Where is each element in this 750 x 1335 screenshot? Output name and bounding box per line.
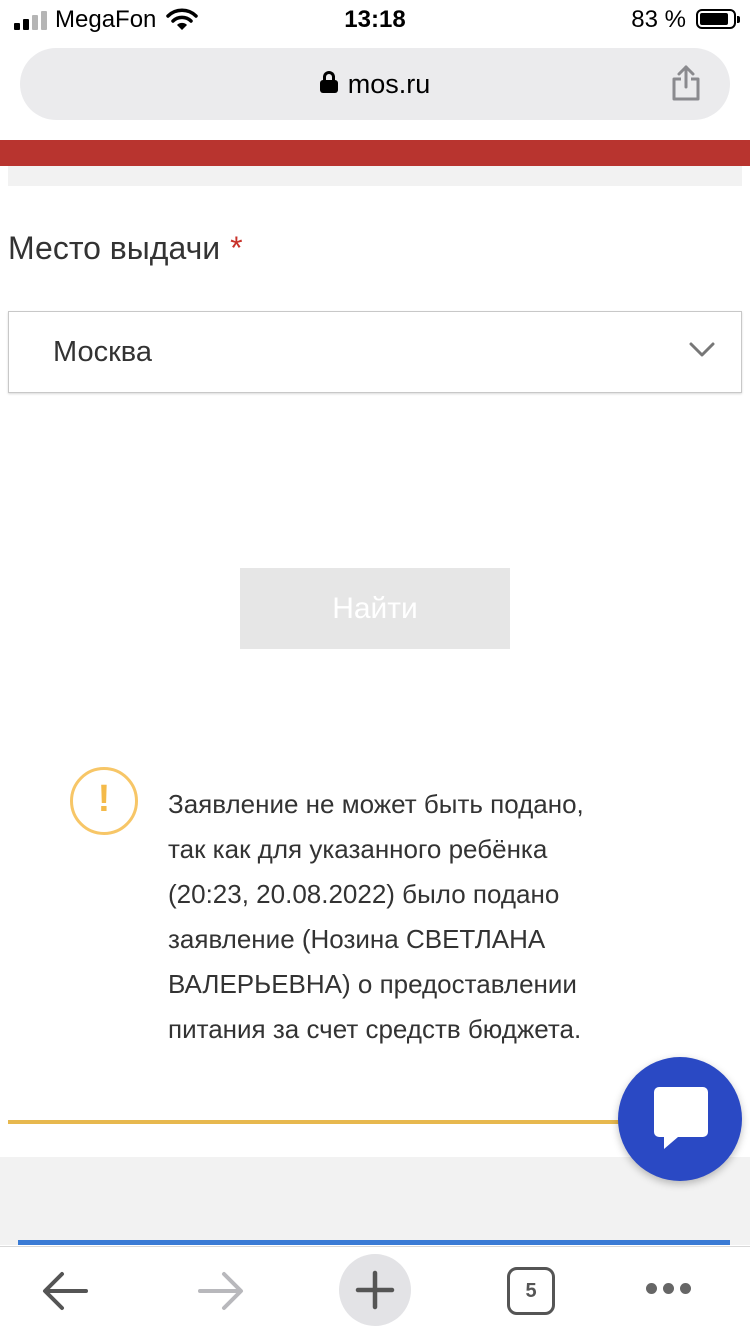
battery-percent: 83 %: [631, 6, 686, 33]
back-arrow-icon[interactable]: [40, 1269, 90, 1318]
status-bar: MegaFon 13:18 83 %: [0, 0, 750, 40]
header-strip: [0, 140, 750, 166]
share-icon[interactable]: [670, 64, 702, 107]
warning-line: (20:23, 20.08.2022) было подано: [168, 879, 560, 909]
warning-line: так как для указанного ребёнка: [168, 834, 548, 864]
place-label: Место выдачи *: [8, 230, 243, 267]
warning-message: Заявление не может быть подано, так как …: [168, 782, 668, 1052]
place-label-text: Место выдачи: [8, 230, 221, 266]
chevron-down-icon: [689, 342, 715, 363]
lock-icon: [319, 71, 338, 93]
header-divider: [8, 166, 742, 186]
chat-icon: [654, 1087, 708, 1149]
browser-toolbar: 5: [0, 1246, 750, 1335]
section-divider: [8, 1120, 620, 1124]
plus-icon: [355, 1270, 395, 1310]
search-button[interactable]: Найти: [240, 568, 510, 649]
required-mark: *: [230, 230, 243, 266]
footer-area: [0, 1157, 750, 1245]
warning-line: заявление (Нозина СВЕТЛАНА: [168, 924, 546, 954]
battery-icon: [696, 9, 740, 29]
url-text: mos.ru: [347, 68, 431, 99]
warning-icon: !: [70, 767, 138, 835]
new-tab-button[interactable]: [339, 1254, 411, 1326]
footer-accent-line: [18, 1240, 730, 1245]
warning-line: Заявление не может быть подано,: [168, 789, 584, 819]
more-icon[interactable]: [646, 1281, 697, 1299]
tabs-button[interactable]: 5: [507, 1267, 555, 1315]
chat-button[interactable]: [618, 1057, 742, 1181]
place-select-value: Москва: [53, 336, 153, 368]
warning-line: ВАЛЕРЬЕВНА) о предоставлении: [168, 969, 577, 999]
forward-arrow-icon[interactable]: [196, 1269, 246, 1318]
address-bar[interactable]: mos.ru: [20, 48, 730, 120]
warning-line: питания за счет средств бюджета.: [168, 1014, 582, 1044]
place-select[interactable]: Москва: [8, 311, 742, 393]
